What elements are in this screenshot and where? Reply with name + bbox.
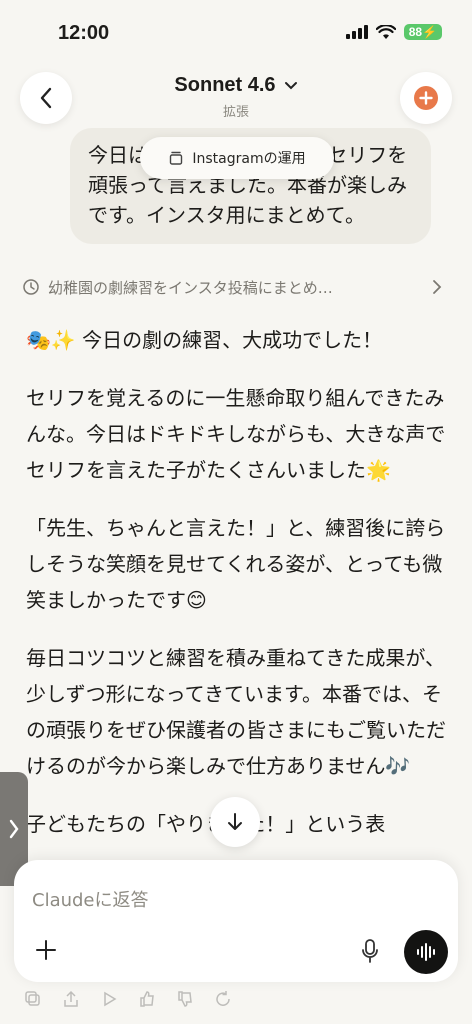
status-bar: 12:00 88⚡: [0, 0, 472, 62]
cellular-signal-icon: [345, 25, 368, 39]
wifi-icon: [375, 24, 396, 39]
chevron-right-icon: [433, 280, 442, 294]
thumbs-down-icon[interactable]: [174, 988, 196, 1010]
chevron-down-icon: [284, 81, 297, 89]
thinking-summary-text[interactable]: 幼稚園の劇練習をインスタ投稿にまとめ…: [48, 277, 424, 298]
thumbs-up-icon[interactable]: [136, 988, 158, 1010]
copy-icon[interactable]: [22, 988, 44, 1010]
assistant-response: 🎭✨ 今日の劇の練習、大成功でした！ セリフを覚えるのに一生懸命取り組んできたみ…: [26, 322, 446, 864]
message-actions: [22, 988, 234, 1010]
voice-mode-button[interactable]: [404, 930, 448, 974]
project-folder-icon: [170, 151, 183, 165]
response-paragraph: 🎭✨ 今日の劇の練習、大成功でした！: [26, 328, 383, 352]
status-icons: 88⚡: [345, 24, 442, 40]
chat-header: Sonnet 4.6 拡張: [0, 62, 472, 132]
plus-icon: [36, 940, 56, 960]
arrow-down-icon: [228, 813, 242, 830]
chevron-right-icon: [9, 819, 19, 839]
charging-icon: ⚡: [422, 25, 437, 39]
response-paragraph: 「先生、ちゃんと言えた！」と、練習後に誇らしそうな笑顔を見せてくれる姿が、とって…: [26, 516, 446, 612]
project-tooltip[interactable]: Instagramの運用: [140, 137, 334, 179]
status-time: 12:00: [58, 22, 110, 44]
new-chat-icon: [414, 86, 438, 110]
waveform-icon: [417, 943, 435, 961]
retry-icon[interactable]: [212, 988, 234, 1010]
battery-indicator: 88⚡: [403, 24, 442, 40]
scroll-to-bottom-button[interactable]: [210, 797, 260, 847]
new-chat-button[interactable]: [400, 72, 452, 124]
battery-level: 88: [408, 25, 423, 39]
project-label[interactable]: Instagramの運用: [192, 148, 305, 168]
dictation-button[interactable]: [356, 936, 384, 966]
model-name[interactable]: Sonnet 4.6: [174, 74, 275, 97]
response-paragraph: セリフを覚えるのに一生懸命取り組んできたみんな。今日はドキドキしながらも、大きな…: [26, 386, 446, 482]
add-attachment-button[interactable]: [32, 936, 60, 964]
reply-input[interactable]: Claudeに返答: [32, 886, 149, 912]
history-clock-icon: [23, 279, 39, 295]
share-icon[interactable]: [60, 988, 82, 1010]
message-composer: Claudeに返答: [14, 860, 458, 982]
thinking-summary[interactable]: 幼稚園の劇練習をインスタ投稿にまとめ…: [22, 275, 442, 299]
microphone-icon: [362, 939, 378, 963]
play-icon[interactable]: [98, 988, 120, 1010]
response-paragraph: 毎日コツコツと練習を積み重ねてきた成果が、少しずつ形になってきています。本番では…: [26, 646, 446, 778]
